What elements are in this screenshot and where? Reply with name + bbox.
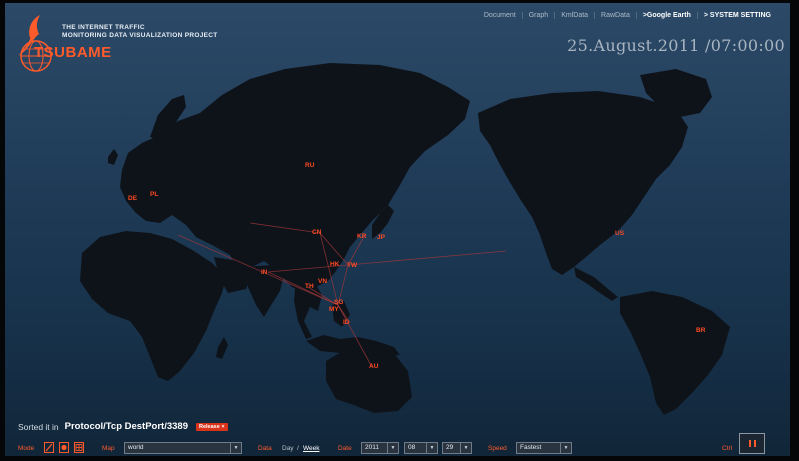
nav-system-setting-link[interactable]: > SYSTEM SETTING [696,12,777,19]
country-label-br: BR [696,327,706,334]
country-label-vn: VN [318,278,327,285]
data-day-option[interactable]: Day [282,445,294,452]
country-label-hk: HK [330,261,340,268]
country-label-us: US [615,230,625,237]
tsubame-screen: THE INTERNET TRAFFIC MONITORING DATA VIS… [0,0,799,461]
country-label-de: DE [128,195,138,202]
globe-mode-icon [61,444,67,451]
country-label-pl: PL [150,191,158,198]
line-mode-icon [45,443,53,452]
chevron-down-icon: ▼ [460,443,471,453]
country-label-tw: TW [347,262,358,269]
sort-prefix: Sorted it in [18,421,59,432]
map-select[interactable]: world ▼ [124,442,242,454]
date-label: Date [338,445,352,452]
nav-document-link[interactable]: Document [478,12,522,19]
data-label: Data [258,445,272,452]
control-bar: Mode Map world ▼ Data Day / Week Date 20… [18,440,758,456]
speed-select-value: Fastest [520,444,542,451]
nav-rawdata-link[interactable]: RawData [594,12,636,19]
speed-select[interactable]: Fastest ▼ [516,442,572,454]
year-select[interactable]: 2011 ▼ [361,442,399,454]
pause-icon [754,440,756,447]
ctrl-label: Ctrl [722,445,733,452]
data-week-option[interactable]: Week [303,445,320,452]
mode-globe-button[interactable] [59,442,69,453]
grid-mode-icon [75,444,83,451]
nav-kmldata-link[interactable]: KmlData [554,12,594,19]
pause-icon [749,440,751,447]
chevron-down-icon: ▼ [230,443,241,453]
sort-value: Protocol/Tcp DestPort/3389 [64,421,188,432]
mode-grid-button[interactable] [74,442,84,453]
chevron-down-icon: ▼ [387,443,398,453]
nav-graph-link[interactable]: Graph [521,12,554,19]
project-title-line-2: MONITORING DATA VISUALIZATION PROJECT [62,32,218,39]
country-label-sg: SG [334,299,343,306]
country-label-jp: JP [377,234,386,241]
country-label-kr: KR [357,233,367,240]
map-select-value: world [128,444,144,451]
day-select[interactable]: 29 ▼ [442,442,472,454]
country-label-my: MY [329,306,339,313]
landmasses [80,63,730,415]
chevron-down-icon: ▼ [560,443,571,453]
day-select-value: 29 [446,444,454,451]
month-select-value: 08 [408,444,416,451]
sort-status: Sorted it in Protocol/Tcp DestPort/3389 … [18,421,228,432]
speed-label: Speed [488,445,507,452]
frame-border-right [790,0,799,461]
mode-line-button[interactable] [44,442,54,453]
frame-border-bottom [0,456,799,461]
world-map[interactable]: DE PL RU CN KR JP IN HK TW TH VN SG MY I… [0,55,799,415]
country-label-in: IN [261,269,268,276]
mode-label: Mode [18,445,35,452]
project-title-line-1: THE INTERNET TRAFFIC [62,24,145,31]
release-filter-button[interactable]: Release × [196,422,228,431]
country-label-th: TH [305,283,314,290]
country-label-ru: RU [305,162,315,169]
country-label-id: ID [343,319,350,326]
month-select[interactable]: 08 ▼ [404,442,438,454]
nav-google-earth-link[interactable]: >Google Earth [635,12,697,19]
data-separator: / [297,445,299,452]
current-datetime: 25.August.2011 /07:00:00 [567,36,785,55]
top-navigation: Document Graph KmlData RawData >Google E… [478,12,777,19]
frame-border-left [0,0,5,461]
country-label-cn: CN [312,229,322,236]
year-select-value: 2011 [365,444,379,451]
chevron-down-icon: ▼ [426,443,437,453]
country-label-au: AU [369,363,379,370]
frame-border-top [0,0,799,3]
pause-button[interactable] [739,433,765,454]
map-label: Map [102,445,115,452]
